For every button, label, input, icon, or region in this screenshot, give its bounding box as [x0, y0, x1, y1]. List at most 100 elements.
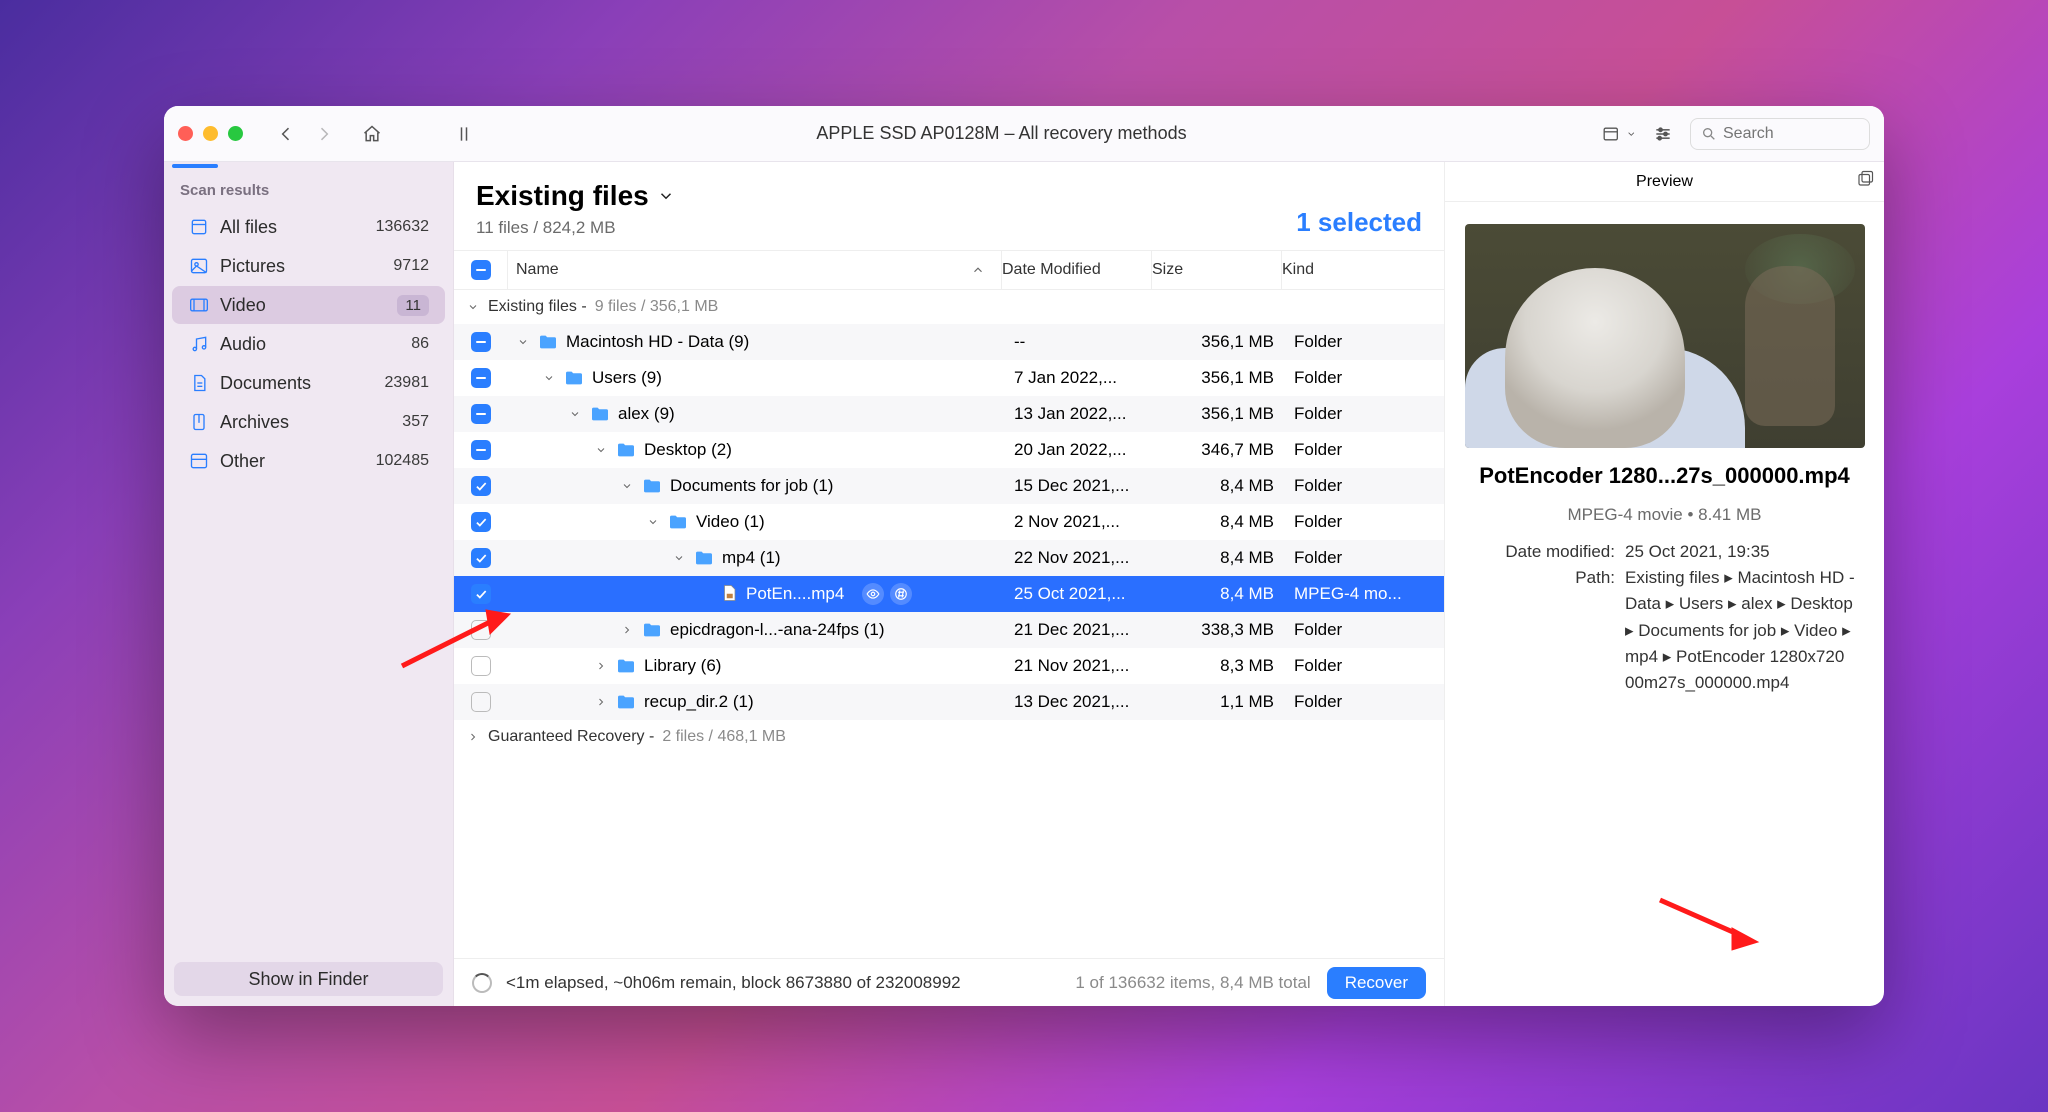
traffic-lights[interactable]: [178, 126, 243, 141]
sidebar-item-audio[interactable]: Audio86: [172, 325, 445, 363]
chevron-down-icon[interactable]: [594, 443, 608, 457]
folder-icon: [668, 514, 688, 530]
table-row[interactable]: recup_dir.2 (1) 13 Dec 2021,... 1,1 MB F…: [454, 684, 1444, 720]
row-date: 2 Nov 2021,...: [1014, 512, 1164, 532]
row-checkbox[interactable]: [471, 332, 491, 352]
chevron-down-icon[interactable]: [646, 515, 660, 529]
table-row[interactable]: Documents for job (1) 15 Dec 2021,... 8,…: [454, 468, 1444, 504]
home-button[interactable]: [355, 117, 389, 151]
row-size: 8,4 MB: [1164, 548, 1294, 568]
search-icon: [1701, 126, 1717, 142]
section-title[interactable]: Existing files: [476, 180, 675, 212]
column-kind[interactable]: Kind: [1282, 251, 1432, 289]
column-date[interactable]: Date Modified: [1002, 251, 1152, 289]
preview-thumbnail[interactable]: [1465, 224, 1865, 448]
chevron-right-icon[interactable]: [594, 695, 608, 709]
table-row[interactable]: Macintosh HD - Data (9) -- 356,1 MB Fold…: [454, 324, 1444, 360]
minimize-window-icon[interactable]: [203, 126, 218, 141]
folder-icon: [642, 478, 662, 494]
row-date: --: [1014, 332, 1164, 352]
folder-icon: [538, 334, 558, 350]
column-name[interactable]: Name: [508, 251, 1002, 289]
quicklook-icon[interactable]: [862, 583, 884, 605]
chevron-down-icon[interactable]: [516, 335, 530, 349]
table-row[interactable]: Users (9) 7 Jan 2022,... 356,1 MB Folder: [454, 360, 1444, 396]
row-checkbox[interactable]: [471, 404, 491, 424]
back-button[interactable]: [269, 117, 303, 151]
row-size: 356,1 MB: [1164, 332, 1294, 352]
search-input[interactable]: [1723, 125, 1843, 143]
sidebar-item-all-files[interactable]: All files136632: [172, 208, 445, 246]
chevron-down-icon[interactable]: [568, 407, 582, 421]
search-field[interactable]: [1690, 118, 1870, 150]
audio-icon: [188, 333, 210, 355]
chevron-down-icon[interactable]: [620, 479, 634, 493]
row-name: Users (9): [592, 368, 662, 388]
table-row[interactable]: mp4 (1) 22 Nov 2021,... 8,4 MB Folder: [454, 540, 1444, 576]
preview-date: 25 Oct 2021, 19:35: [1625, 539, 1864, 565]
selection-count[interactable]: 1 selected: [1296, 207, 1422, 238]
table-row[interactable]: epicdragon-l...-ana-24fps (1) 21 Dec 202…: [454, 612, 1444, 648]
fullscreen-window-icon[interactable]: [228, 126, 243, 141]
filter-settings-button[interactable]: [1646, 117, 1680, 151]
row-kind: Folder: [1294, 512, 1444, 532]
sort-indicator-icon: [971, 263, 985, 277]
chevron-right-icon[interactable]: [620, 623, 634, 637]
sidebar-header: Scan results: [164, 168, 453, 207]
row-kind: Folder: [1294, 692, 1444, 712]
forward-button[interactable]: [307, 117, 341, 151]
file-list: Existing files - 9 files / 356,1 MB Maci…: [454, 290, 1444, 958]
row-name: alex (9): [618, 404, 675, 424]
toolbar: APPLE SSD AP0128M – All recovery methods: [164, 106, 1884, 162]
table-row[interactable]: Library (6) 21 Nov 2021,... 8,3 MB Folde…: [454, 648, 1444, 684]
table-row[interactable]: Video (1) 2 Nov 2021,... 8,4 MB Folder: [454, 504, 1444, 540]
chevron-down-icon[interactable]: [672, 551, 686, 565]
folder-icon: [616, 658, 636, 674]
chevron-right-icon[interactable]: [594, 659, 608, 673]
folder-icon: [642, 622, 662, 638]
show-in-finder-button[interactable]: Show in Finder: [174, 962, 443, 996]
group-header[interactable]: Existing files - 9 files / 356,1 MB: [454, 290, 1444, 324]
row-checkbox[interactable]: [471, 512, 491, 532]
row-date: 25 Oct 2021,...: [1014, 584, 1164, 604]
folder-icon: [616, 694, 636, 710]
row-checkbox[interactable]: [471, 548, 491, 568]
row-checkbox[interactable]: [471, 692, 491, 712]
row-date: 7 Jan 2022,...: [1014, 368, 1164, 388]
sidebar-item-documents[interactable]: Documents23981: [172, 364, 445, 402]
row-kind: Folder: [1294, 404, 1444, 424]
close-window-icon[interactable]: [178, 126, 193, 141]
select-all-checkbox[interactable]: [471, 260, 491, 280]
sidebar-item-archives[interactable]: Archives357: [172, 403, 445, 441]
view-mode-button[interactable]: [1602, 117, 1636, 151]
row-name: PotEn....mp4: [746, 584, 844, 604]
row-checkbox[interactable]: [471, 584, 491, 604]
sidebar-item-video[interactable]: Video11: [172, 286, 445, 324]
detach-preview-button[interactable]: [1856, 170, 1874, 193]
spinner-icon: [472, 973, 492, 993]
hex-view-icon[interactable]: [890, 583, 912, 605]
row-size: 1,1 MB: [1164, 692, 1294, 712]
row-checkbox[interactable]: [471, 476, 491, 496]
sidebar-item-other[interactable]: Other102485: [172, 442, 445, 480]
row-checkbox[interactable]: [471, 440, 491, 460]
sidebar-item-pictures[interactable]: Pictures9712: [172, 247, 445, 285]
table-row[interactable]: PotEn....mp4 25 Oct 2021,... 8,4 MB MPEG…: [454, 576, 1444, 612]
row-size: 8,4 MB: [1164, 512, 1294, 532]
table-row[interactable]: Desktop (2) 20 Jan 2022,... 346,7 MB Fol…: [454, 432, 1444, 468]
row-checkbox[interactable]: [471, 656, 491, 676]
chevron-down-icon[interactable]: [542, 371, 556, 385]
row-size: 8,3 MB: [1164, 656, 1294, 676]
row-size: 8,4 MB: [1164, 584, 1294, 604]
recover-button[interactable]: Recover: [1327, 967, 1426, 999]
table-row[interactable]: alex (9) 13 Jan 2022,... 356,1 MB Folder: [454, 396, 1444, 432]
column-size[interactable]: Size: [1152, 251, 1282, 289]
archives-icon: [188, 411, 210, 433]
folder-icon: [564, 370, 584, 386]
row-kind: Folder: [1294, 476, 1444, 496]
row-checkbox[interactable]: [471, 368, 491, 388]
other-icon: [188, 450, 210, 472]
row-checkbox[interactable]: [471, 620, 491, 640]
group-header[interactable]: Guaranteed Recovery - 2 files / 468,1 MB: [454, 720, 1444, 754]
row-size: 356,1 MB: [1164, 368, 1294, 388]
